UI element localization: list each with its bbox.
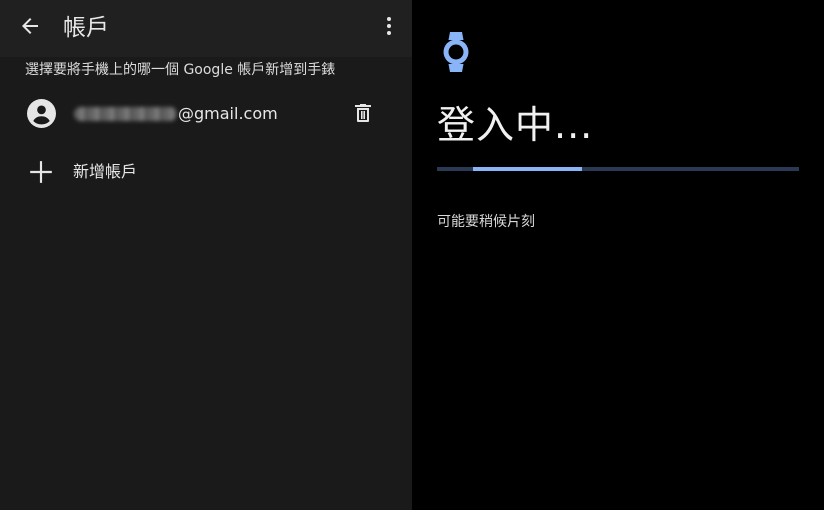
progress-bar: [437, 167, 799, 171]
account-row[interactable]: @gmail.com: [0, 92, 412, 138]
account-circle-icon: [27, 99, 56, 128]
watch-icon: [443, 32, 469, 72]
arrow-back-icon[interactable]: [18, 14, 42, 38]
screen: 帳戶 選擇要將手機上的哪一個 Google 帳戶新增到手錶 @gmail.com: [0, 0, 824, 510]
email-local-part-redacted: [74, 107, 177, 121]
signin-pane: 登入中... 可能要稍候片刻: [412, 0, 824, 510]
wait-message: 可能要稍候片刻: [437, 214, 535, 230]
top-app-bar: 帳戶: [0, 0, 412, 57]
trash-icon[interactable]: [351, 101, 375, 125]
account-email-domain: @gmail.com: [178, 104, 278, 123]
progress-indicator: [473, 167, 582, 171]
page-title: 帳戶: [63, 15, 109, 41]
signing-in-title: 登入中...: [437, 103, 594, 147]
account-chooser-pane: 帳戶 選擇要將手機上的哪一個 Google 帳戶新增到手錶 @gmail.com: [0, 0, 412, 510]
plus-icon: [30, 161, 52, 183]
more-vert-icon[interactable]: [377, 14, 401, 38]
instruction-text: 選擇要將手機上的哪一個 Google 帳戶新增到手錶: [25, 62, 336, 78]
add-account-button[interactable]: 新增帳戶: [0, 150, 412, 194]
add-account-label: 新增帳戶: [73, 162, 138, 181]
